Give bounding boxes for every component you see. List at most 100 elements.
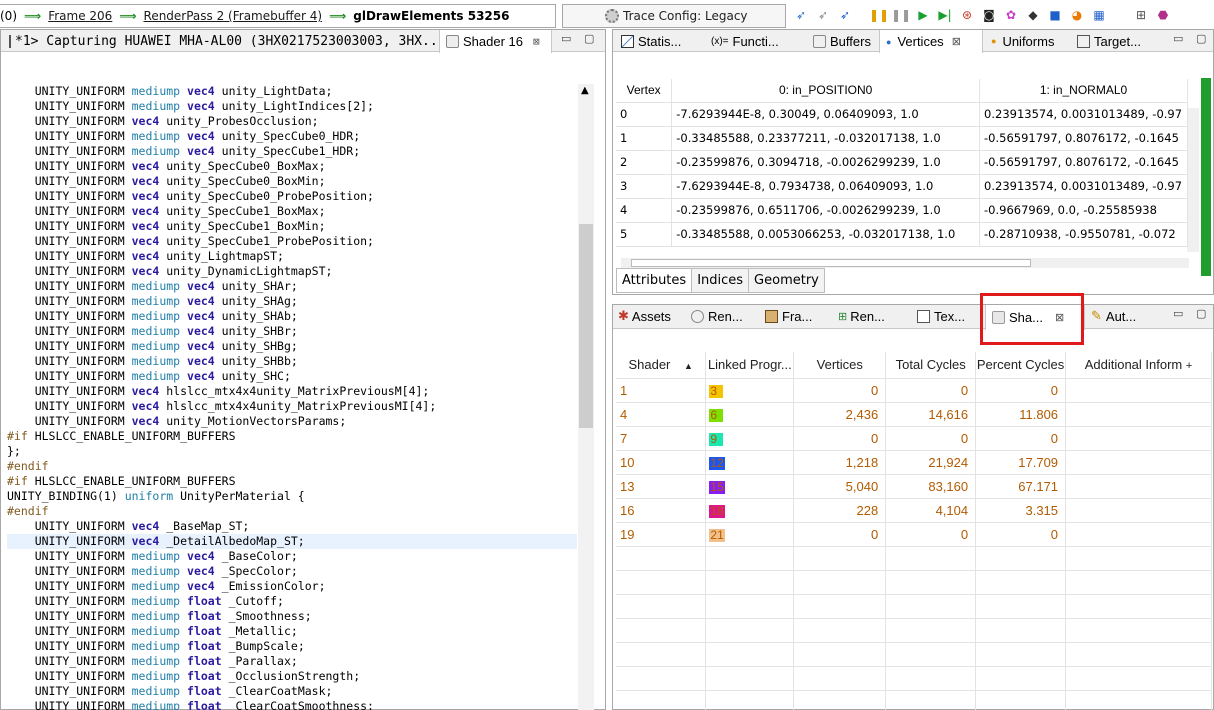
vertical-scroll-thumb[interactable] bbox=[579, 224, 593, 428]
code-line[interactable]: UNITY_UNIFORM mediump float _Metallic; bbox=[7, 624, 577, 639]
column-header[interactable]: Additional Inform + bbox=[1065, 352, 1212, 379]
tab-automation[interactable]: ✎ Aut... bbox=[1087, 305, 1167, 327]
tab-capturing[interactable]: *1> Capturing HUAWEI MHA-AL00 (3HX021752… bbox=[3, 30, 437, 52]
code-line[interactable]: UNITY_UNIFORM vec4 unity_ProbesOcclusion… bbox=[7, 114, 577, 129]
code-line[interactable]: UNITY_UNIFORM vec4 unity_SpecCube1_Probe… bbox=[7, 234, 577, 249]
table-row[interactable]: 0 -7.6293944E-8, 0.30049, 0.06409093, 1.0… bbox=[616, 102, 1188, 127]
tab-render-states[interactable]: Ren... bbox=[685, 305, 759, 327]
open-perspective-icon[interactable]: ⊞ bbox=[1133, 7, 1149, 23]
tab-uniforms[interactable]: ● Uniforms bbox=[985, 30, 1069, 52]
palette-icon[interactable]: ✿ bbox=[1003, 7, 1019, 23]
code-line[interactable]: UNITY_UNIFORM mediump vec4 unity_LightDa… bbox=[7, 84, 577, 99]
step-icon[interactable]: ▶| bbox=[937, 7, 953, 23]
shapes-icon[interactable]: ■ bbox=[1047, 7, 1063, 23]
code-line[interactable]: UNITY_UNIFORM vec4 unity_SpecCube0_BoxMi… bbox=[7, 174, 577, 189]
code-line[interactable]: UNITY_UNIFORM mediump float _Cutoff; bbox=[7, 594, 577, 609]
record-icon[interactable]: ⊛ bbox=[959, 7, 975, 23]
tab-renderpasses[interactable]: ⊞ Ren... bbox=[835, 305, 909, 327]
table-row[interactable]: 2 -0.23599876, 0.3094718, -0.0026299239, … bbox=[616, 150, 1188, 175]
column-header[interactable]: Vertex bbox=[616, 79, 673, 103]
code-line[interactable]: UNITY_UNIFORM mediump vec4 _SpecColor; bbox=[7, 564, 577, 579]
maximize-icon[interactable]: ▢ bbox=[584, 32, 594, 45]
table-row[interactable]: 1 -0.33485588, 0.23377211, -0.032017138, … bbox=[616, 126, 1188, 151]
code-line[interactable]: UNITY_UNIFORM mediump vec4 _EmissionColo… bbox=[7, 579, 577, 594]
minimize-icon[interactable]: ▭ bbox=[1173, 307, 1183, 320]
table-row[interactable]: 10 12 1,218 21,924 17.709 bbox=[616, 450, 1212, 475]
maximize-icon[interactable]: ▢ bbox=[1196, 32, 1206, 45]
close-icon[interactable]: ⊠ bbox=[952, 35, 961, 48]
scroll-up-icon[interactable]: ▲ bbox=[581, 85, 589, 96]
column-header[interactable]: Total Cycles bbox=[885, 352, 977, 379]
code-line[interactable]: UNITY_UNIFORM mediump float _BumpScale; bbox=[7, 639, 577, 654]
vertices-hscroll-thumb[interactable] bbox=[631, 259, 1031, 267]
film-icon[interactable]: ▦ bbox=[1091, 7, 1107, 23]
subtab-attributes[interactable]: Attributes bbox=[616, 268, 693, 293]
column-header[interactable]: 1: in_NORMAL0 bbox=[979, 79, 1188, 103]
code-line[interactable]: UNITY_UNIFORM vec4 hlslcc_mtx4x4unity_Ma… bbox=[7, 384, 577, 399]
code-line[interactable]: UNITY_UNIFORM mediump float _ClearCoatSm… bbox=[7, 699, 577, 710]
code-line[interactable]: UNITY_UNIFORM mediump float _ClearCoatMa… bbox=[7, 684, 577, 699]
trace-config-button[interactable]: Trace Config: Legacy bbox=[562, 4, 786, 28]
table-row[interactable]: 13 15 5,040 83,160 67.171 bbox=[616, 474, 1212, 499]
table-row[interactable]: 16 18 228 4,104 3.315 bbox=[616, 498, 1212, 523]
run-alt-icon[interactable]: ➶ bbox=[815, 7, 831, 23]
code-line[interactable]: UNITY_UNIFORM mediump vec4 unity_LightIn… bbox=[7, 99, 577, 114]
column-header[interactable]: Linked Progr... bbox=[705, 352, 795, 379]
code-line[interactable]: UNITY_UNIFORM mediump vec4 _BaseColor; bbox=[7, 549, 577, 564]
maximize-icon[interactable]: ▢ bbox=[1196, 307, 1206, 320]
subtab-geometry[interactable]: Geometry bbox=[748, 268, 825, 293]
code-line[interactable]: UNITY_UNIFORM mediump vec4 unity_SHBr; bbox=[7, 324, 577, 339]
tab-textures[interactable]: Tex... bbox=[911, 305, 985, 327]
pause-grey-icon[interactable]: ❚❚ bbox=[891, 7, 911, 23]
code-line[interactable]: UNITY_UNIFORM mediump vec4 unity_SpecCub… bbox=[7, 129, 577, 144]
code-line[interactable]: UNITY_UNIFORM vec4 _BaseMap_ST; bbox=[7, 519, 577, 534]
tab-buffers[interactable]: Buffers bbox=[807, 30, 887, 52]
vertices-vscrollbar[interactable] bbox=[1187, 108, 1199, 252]
code-line[interactable]: #endif bbox=[7, 459, 577, 474]
code-line[interactable]: UNITY_UNIFORM vec4 unity_SpecCube0_Probe… bbox=[7, 189, 577, 204]
code-line[interactable]: UNITY_UNIFORM vec4 unity_SpecCube0_BoxMa… bbox=[7, 159, 577, 174]
code-line[interactable]: UNITY_UNIFORM vec4 unity_DynamicLightmap… bbox=[7, 264, 577, 279]
breadcrumb-call[interactable]: glDrawElements 53256 bbox=[353, 9, 509, 23]
table-row[interactable]: 4 6 2,436 14,616 11.806 bbox=[616, 402, 1212, 427]
tab-shader-16[interactable]: Shader 16 ⊠ bbox=[439, 30, 552, 53]
code-line[interactable]: UNITY_UNIFORM mediump float _Parallax; bbox=[7, 654, 577, 669]
pause-icon[interactable]: ❚❚ bbox=[869, 7, 889, 23]
camera-icon[interactable]: ◙ bbox=[981, 7, 997, 23]
tab-framebuffers[interactable]: Fra... bbox=[759, 305, 833, 327]
column-header[interactable]: Vertices bbox=[793, 352, 887, 379]
code-line[interactable]: UNITY_BINDING(1) uniform UnityPerMateria… bbox=[7, 489, 577, 504]
code-line[interactable]: UNITY_UNIFORM mediump vec4 unity_SHC; bbox=[7, 369, 577, 384]
code-line[interactable]: UNITY_UNIFORM mediump vec4 unity_SpecCub… bbox=[7, 144, 577, 159]
code-line[interactable]: UNITY_UNIFORM vec4 hlslcc_mtx4x4unity_Ma… bbox=[7, 399, 577, 414]
code-line[interactable]: }; bbox=[7, 444, 577, 459]
code-line[interactable]: UNITY_UNIFORM vec4 unity_LightmapST; bbox=[7, 249, 577, 264]
vertices-hscrollbar[interactable] bbox=[621, 258, 1189, 268]
minimize-icon[interactable]: ▭ bbox=[561, 32, 571, 45]
run-blue-icon[interactable]: ➶ bbox=[837, 7, 853, 23]
breadcrumb-renderpass[interactable]: RenderPass 2 (Framebuffer 4) bbox=[144, 9, 323, 23]
tab-assets[interactable]: ✱ Assets bbox=[615, 305, 683, 327]
table-row[interactable]: 19 21 0 0 0 bbox=[616, 522, 1212, 547]
code-line[interactable]: UNITY_UNIFORM mediump float _OcclusionSt… bbox=[7, 669, 577, 684]
code-line[interactable]: UNITY_UNIFORM mediump vec4 unity_SHBb; bbox=[7, 354, 577, 369]
breadcrumb-lead[interactable]: (0) bbox=[0, 9, 17, 23]
table-row[interactable]: 4 -0.23599876, 0.6511706, -0.0026299239, … bbox=[616, 198, 1188, 223]
table-row[interactable]: 13000 bbox=[616, 378, 1212, 403]
minimize-icon[interactable]: ▭ bbox=[1173, 32, 1183, 45]
vertical-scrollbar[interactable]: ▲ bbox=[578, 84, 594, 710]
code-line[interactable]: #if HLSLCC_ENABLE_UNIFORM_BUFFERS bbox=[7, 474, 577, 489]
stamp-icon[interactable]: ◆ bbox=[1025, 7, 1041, 23]
tab-targets[interactable]: Target... bbox=[1071, 30, 1163, 52]
table-row[interactable]: 3 -7.6293944E-8, 0.7934738, 0.06409093, 1… bbox=[616, 174, 1188, 199]
code-line[interactable]: UNITY_UNIFORM mediump vec4 unity_SHBg; bbox=[7, 339, 577, 354]
tab-functions[interactable]: (x)= Functi... bbox=[707, 30, 805, 52]
pie-icon[interactable]: ◕ bbox=[1069, 7, 1085, 23]
tab-vertices[interactable]: ● Vertices ⊠ bbox=[879, 30, 983, 53]
perspective-icon[interactable]: ⬣ bbox=[1155, 7, 1171, 23]
tab-statistics[interactable]: Statis... bbox=[615, 30, 705, 52]
code-line[interactable]: UNITY_UNIFORM mediump float _Smoothness; bbox=[7, 609, 577, 624]
table-row[interactable]: 79000 bbox=[616, 426, 1212, 451]
column-header[interactable]: 0: in_POSITION0 bbox=[671, 79, 981, 103]
breadcrumb-frame[interactable]: Frame 206 bbox=[48, 9, 112, 23]
